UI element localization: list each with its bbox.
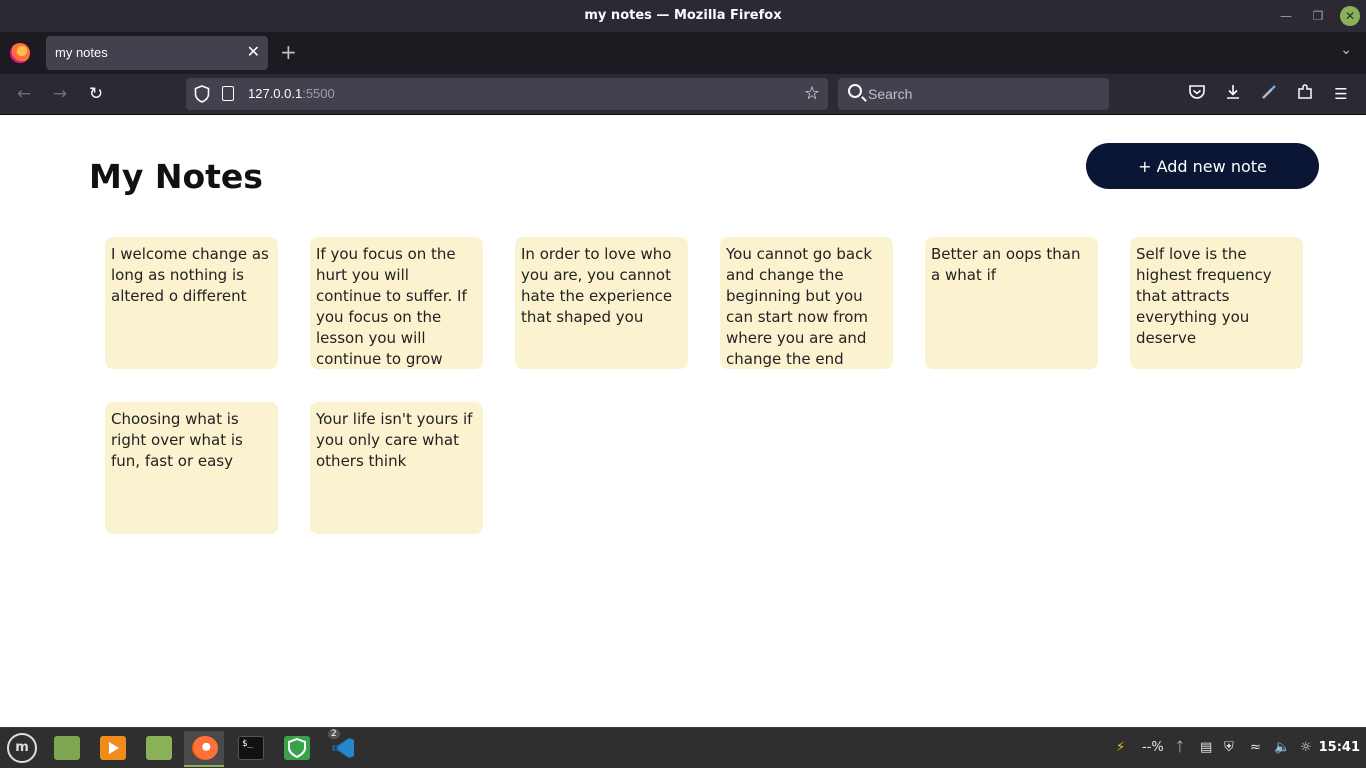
wifi-icon[interactable]: ≈ [1250,740,1261,755]
note-card[interactable]: I welcome change as long as nothing is a… [105,237,278,369]
navigation-toolbar: ← → ↻ 127.0.0.1:5500 ☆ ☰ [0,74,1366,115]
shield-app-icon [284,736,310,760]
taskbar-show-desktop[interactable] [46,731,86,767]
add-note-button[interactable]: + Add new note [1086,143,1319,189]
note-card[interactable]: Better an oops than a what if [925,237,1098,369]
note-card[interactable]: If you focus on the hurt you will contin… [310,237,483,369]
extensions-icon[interactable] [1294,83,1316,105]
hamburger-menu-icon[interactable]: ☰ [1330,83,1352,105]
url-bar[interactable]: 127.0.0.1:5500 ☆ [186,78,828,110]
mint-menu-icon[interactable]: m [7,733,37,763]
maximize-icon[interactable]: ❐ [1308,6,1328,26]
tab-my-notes[interactable]: my notes ✕ [46,36,268,70]
reload-icon[interactable]: ↻ [84,82,108,106]
tracking-protection-shield-icon[interactable] [194,85,210,103]
page-content: My Notes + Add new note I welcome change… [0,115,1366,727]
note-card[interactable]: In order to love who you are, you cannot… [515,237,688,369]
taskbar-firefox[interactable] [184,731,224,767]
tab-label: my notes [55,45,108,60]
taskbar-terminal[interactable]: $_ [230,731,270,767]
vscode-icon [330,736,356,760]
bluetooth-icon[interactable]: ᛏ [1176,740,1184,755]
power-icon[interactable]: ⚡ [1116,740,1125,755]
search-icon [848,84,862,98]
system-taskbar: m $_ 2 ⚡ --% ᛏ ▤ ⛨ ≈ 🔈 ☼ 15:41 [0,727,1366,768]
vscode-window-count-badge: 2 [328,729,340,739]
update-shield-icon[interactable]: ⛨ [1224,740,1234,755]
brightness-icon[interactable]: ☼ [1300,740,1312,755]
url-host: 127.0.0.1 [248,86,303,101]
clock[interactable]: 15:41 [1319,740,1360,755]
list-all-tabs-icon[interactable]: ⌄ [1340,42,1352,58]
page-title: My Notes [89,157,263,196]
window-titlebar: my notes — Mozilla Firefox — ❐ ✕ [0,0,1366,32]
battery-percent[interactable]: --% [1142,740,1164,755]
clipboard-icon[interactable]: ▤ [1200,740,1212,755]
note-card[interactable]: Your life isn't yours if you only care w… [310,402,483,534]
bookmark-star-icon[interactable]: ☆ [804,83,820,104]
minimize-icon[interactable]: — [1276,6,1296,26]
note-card[interactable]: Choosing what is right over what is fun,… [105,402,278,534]
tab-close-icon[interactable]: ✕ [247,42,260,61]
terminal-icon: $_ [238,736,264,760]
note-card[interactable]: Self love is the highest frequency that … [1130,237,1303,369]
window-title: my notes — Mozilla Firefox [584,8,782,23]
taskbar-shield-app[interactable] [276,731,316,767]
close-window-icon[interactable]: ✕ [1340,6,1360,26]
downloads-icon[interactable] [1222,83,1244,105]
pocket-icon[interactable] [1186,83,1208,105]
tab-strip: my notes ✕ + ⌄ [0,32,1366,74]
search-bar[interactable] [838,78,1109,110]
note-card[interactable]: You cannot go back and change the beginn… [720,237,893,369]
firefox-icon [192,736,218,760]
page-info-icon[interactable] [222,86,234,101]
search-input[interactable] [868,84,1098,104]
taskbar-media-player[interactable] [92,731,132,767]
folder-icon [146,736,172,760]
media-player-icon [100,736,126,760]
color-picker-extension-icon[interactable] [1258,83,1280,105]
volume-icon[interactable]: 🔈 [1274,740,1290,755]
new-tab-icon[interactable]: + [280,40,297,64]
url-text[interactable]: 127.0.0.1:5500 [248,86,335,101]
show-desktop-icon [54,736,80,760]
url-port: :5500 [302,86,335,101]
firefox-logo-icon[interactable] [10,43,30,63]
forward-icon[interactable]: → [48,82,72,106]
taskbar-files[interactable] [138,731,178,767]
back-icon[interactable]: ← [12,82,36,106]
